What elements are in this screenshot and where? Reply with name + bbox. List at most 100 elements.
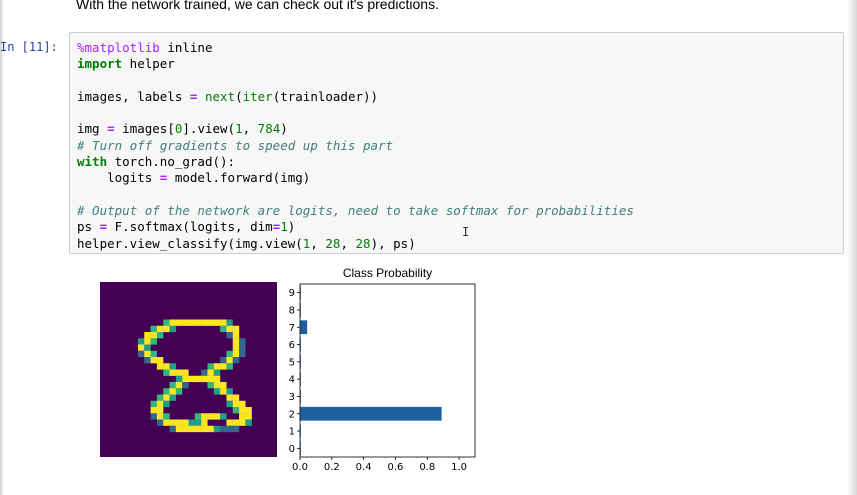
code-cell-editor[interactable]: %matplotlib inline import helper images,…	[69, 32, 844, 254]
digit-pixel	[175, 369, 183, 376]
digit-pixel	[207, 413, 214, 420]
digit-pixel	[163, 413, 170, 420]
code-line[interactable]: logits = model.forward(img)	[77, 170, 310, 185]
y-tick-label: 9	[289, 288, 295, 299]
digit-pixel	[232, 344, 240, 351]
digit-pixel	[245, 413, 252, 420]
y-tick-label: 1	[289, 427, 295, 438]
digit-pixel	[201, 425, 208, 433]
plot-frame	[299, 283, 476, 458]
digit-pixel	[163, 363, 170, 370]
digit-pixel	[156, 357, 164, 364]
digit-pixel	[156, 407, 164, 414]
digit-pixel	[226, 332, 233, 339]
y-tick-label: 3	[289, 392, 295, 403]
digit-pixel	[188, 375, 195, 383]
bar-class-2	[300, 406, 442, 421]
digit-pixel	[175, 419, 183, 426]
digit-pixel	[175, 375, 183, 383]
code-line[interactable]: import helper	[77, 56, 175, 71]
digit-pixel	[232, 357, 240, 364]
digit-pixel	[163, 388, 170, 395]
code-line[interactable]: with torch.no_grad():	[77, 154, 235, 169]
code-line[interactable]: %matplotlib inline	[77, 40, 212, 55]
x-tick-label: 0.8	[419, 462, 435, 472]
digit-pixel	[163, 400, 170, 408]
digit-pixel	[220, 388, 227, 395]
digit-pixel	[169, 382, 176, 389]
digit-pixel	[201, 375, 208, 383]
digit-pixel	[150, 413, 158, 420]
digit-pixel	[201, 413, 208, 420]
digit-pixel	[232, 400, 240, 408]
digit-pixel	[169, 369, 176, 376]
digit-pixel	[175, 425, 183, 433]
markdown-text: With the network trained, we can check o…	[76, 0, 439, 12]
digit-pixel	[194, 319, 202, 326]
digit-pixel	[220, 357, 227, 364]
code-line[interactable]: images, labels = next(iter(trainloader))	[77, 89, 378, 104]
digit-pixel	[137, 344, 145, 351]
digit-pixel	[232, 332, 240, 339]
digit-pixel	[239, 413, 246, 420]
digit-pixel	[144, 332, 151, 339]
chart-title: Class Probability	[343, 266, 432, 280]
digit-pixel	[182, 425, 189, 433]
digit-pixel	[213, 382, 221, 389]
code-line[interactable]: ps = F.softmax(logits, dim=1)	[77, 219, 295, 234]
x-tick-label: 0.6	[388, 462, 404, 472]
digit-pixel	[182, 319, 189, 326]
digit-pixel	[150, 407, 158, 414]
digit-pixel	[232, 425, 240, 433]
digit-pixel	[169, 394, 176, 401]
digit-pixel	[182, 369, 189, 376]
digit-pixel	[207, 363, 214, 370]
digit-pixel	[226, 363, 233, 370]
digit-pixel	[226, 388, 233, 395]
digit-pixel	[213, 375, 221, 383]
digit-pixel	[150, 325, 158, 333]
digit-pixel	[156, 413, 164, 420]
digit-pixel	[182, 382, 189, 389]
digit-pixel	[144, 350, 151, 358]
digit-pixel	[163, 319, 170, 326]
y-tick-label: 7	[289, 323, 295, 334]
digit-pixel	[182, 375, 189, 383]
digit-pixel	[220, 425, 227, 433]
digit-pixel	[169, 388, 176, 395]
digit-pixel	[213, 369, 221, 376]
digit-pixel	[175, 382, 183, 389]
digit-pixel	[169, 325, 176, 333]
digit-pixel	[169, 425, 176, 433]
digit-pixel	[213, 413, 221, 420]
digit-pixel	[194, 419, 202, 426]
digit-pixel	[232, 394, 240, 401]
x-tick-label: 0.0	[292, 462, 308, 472]
digit-pixel	[226, 400, 233, 408]
digit-pixel	[150, 357, 158, 364]
digit-pixel	[232, 325, 240, 333]
digit-pixel	[163, 394, 170, 401]
code-text[interactable]: %matplotlib inline import helper images,…	[77, 40, 634, 252]
digit-pixel	[239, 338, 246, 345]
text-cursor-icon: I	[462, 225, 470, 239]
class-probability-chart: Class Probability 0 1 2 3 4 5 6 7 8 9 0.0 0.2 0.4 0.6 0…	[289, 266, 476, 472]
digit-pixel	[239, 419, 246, 426]
digit-pixel	[150, 338, 158, 345]
code-line[interactable]: img = images[0].view(1, 784)	[77, 121, 288, 136]
digit-pixel	[188, 419, 195, 426]
digit-pixel	[163, 325, 170, 333]
code-line[interactable]: helper.view_classify(img.view(1, 28, 28)…	[77, 236, 416, 251]
digit-pixel	[226, 419, 233, 426]
digit-pixel	[226, 350, 233, 358]
y-tick-label: 2	[289, 409, 295, 420]
digit-pixel	[156, 394, 164, 401]
digit-pixel	[201, 319, 208, 326]
digit-pixel	[207, 369, 214, 376]
digit-pixel	[175, 319, 183, 326]
code-line[interactable]: # Output of the network are logits, need…	[77, 203, 634, 218]
code-line[interactable]: # Turn off gradients to speed up this pa…	[77, 138, 393, 153]
digit-pixel	[137, 338, 145, 345]
digit-pixel	[156, 419, 164, 426]
digit-pixel	[169, 363, 176, 370]
